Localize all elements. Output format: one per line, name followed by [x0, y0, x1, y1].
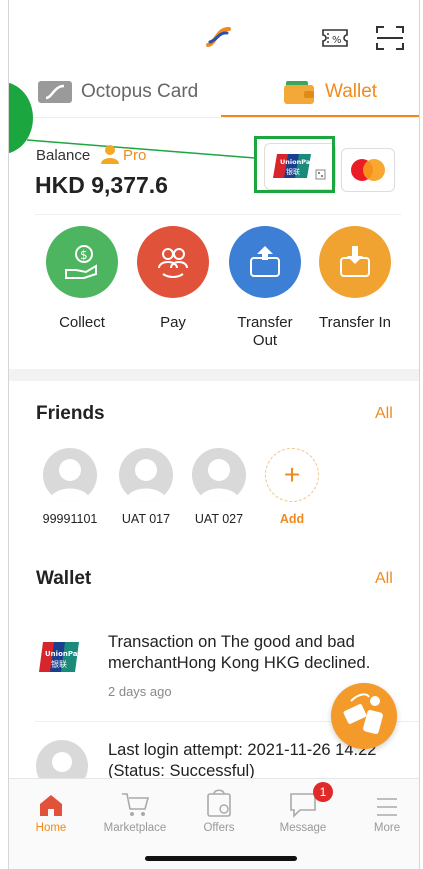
pay-button[interactable]: Pay: [135, 226, 211, 332]
friend-item[interactable]: UAT 027: [184, 448, 254, 526]
mastercard-card[interactable]: [341, 148, 395, 192]
wallet-title: Wallet: [36, 568, 92, 589]
avatar: [119, 448, 173, 502]
balance-label: Balance: [36, 147, 91, 164]
avatar: [192, 448, 246, 502]
nav-label: Offers: [203, 822, 235, 834]
add-label: Add: [279, 512, 305, 526]
collect-icon: $: [46, 226, 118, 298]
avatar: [43, 448, 97, 502]
nav-label: Marketplace: [103, 822, 167, 834]
cart-icon: [122, 793, 150, 816]
svg-text:UnionPay: UnionPay: [45, 650, 82, 658]
offers-bag-icon: [207, 789, 231, 817]
add-friend-button[interactable]: + Add: [257, 448, 327, 526]
friends-all-link[interactable]: All: [375, 405, 393, 423]
section-separator: [9, 369, 419, 381]
pro-badge: Pro: [123, 147, 147, 164]
nav-message[interactable]: 1 Message: [263, 782, 343, 834]
phone-screen: % Octopus Card Wallet Balance Pro HKD 9,…: [8, 0, 420, 869]
wallet-all-link[interactable]: All: [375, 570, 393, 588]
balance-amount: HKD 9,377.6: [35, 172, 168, 198]
pay-label: Pay: [160, 314, 186, 331]
annotation-highlight-box: [254, 136, 335, 193]
divider: [35, 214, 401, 215]
transfer-in-button[interactable]: Transfer In: [317, 226, 393, 332]
transfer-in-icon: [319, 226, 391, 298]
friend-name: UAT 017: [121, 512, 171, 526]
nav-label: More: [373, 822, 401, 834]
pay-icon: [137, 226, 209, 298]
friends-title: Friends: [36, 403, 105, 424]
home-indicator: [145, 856, 297, 861]
friend-name: 99991101: [42, 512, 98, 526]
friend-name: UAT 027: [194, 512, 244, 526]
menu-icon: [377, 798, 397, 816]
svg-text:$: $: [80, 248, 88, 262]
money-transfer-icon: [343, 693, 383, 735]
svg-text:银联: 银联: [51, 659, 67, 669]
nav-home[interactable]: Home: [11, 788, 91, 834]
collect-button[interactable]: $ Collect: [44, 226, 120, 332]
transfer-in-label: Transfer In: [319, 314, 391, 331]
nav-offers[interactable]: Offers: [179, 788, 259, 834]
plus-icon: +: [265, 448, 319, 502]
mastercard-logo-icon: [351, 159, 385, 181]
nav-marketplace[interactable]: Marketplace: [95, 788, 175, 834]
nav-label: Home: [35, 822, 67, 834]
collect-label: Collect: [59, 314, 105, 331]
friend-item[interactable]: UAT 017: [111, 448, 181, 526]
transfer-out-label: Transfer Out: [237, 314, 293, 349]
transfer-out-icon: [229, 226, 301, 298]
nav-label: Message: [279, 822, 327, 834]
unionpay-message-icon: UnionPay 银联: [37, 640, 87, 674]
message-time: 2 days ago: [108, 684, 172, 699]
friend-item[interactable]: 99991101: [35, 448, 105, 526]
message-text[interactable]: Transaction on The good and bad merchant…: [108, 632, 408, 674]
unread-badge: 1: [313, 782, 333, 802]
nav-more[interactable]: More: [347, 788, 419, 834]
transfer-fab-button[interactable]: [331, 683, 397, 749]
home-icon: [40, 795, 62, 816]
transfer-out-button[interactable]: Transfer Out: [227, 226, 303, 350]
user-pro-icon: [101, 145, 119, 164]
